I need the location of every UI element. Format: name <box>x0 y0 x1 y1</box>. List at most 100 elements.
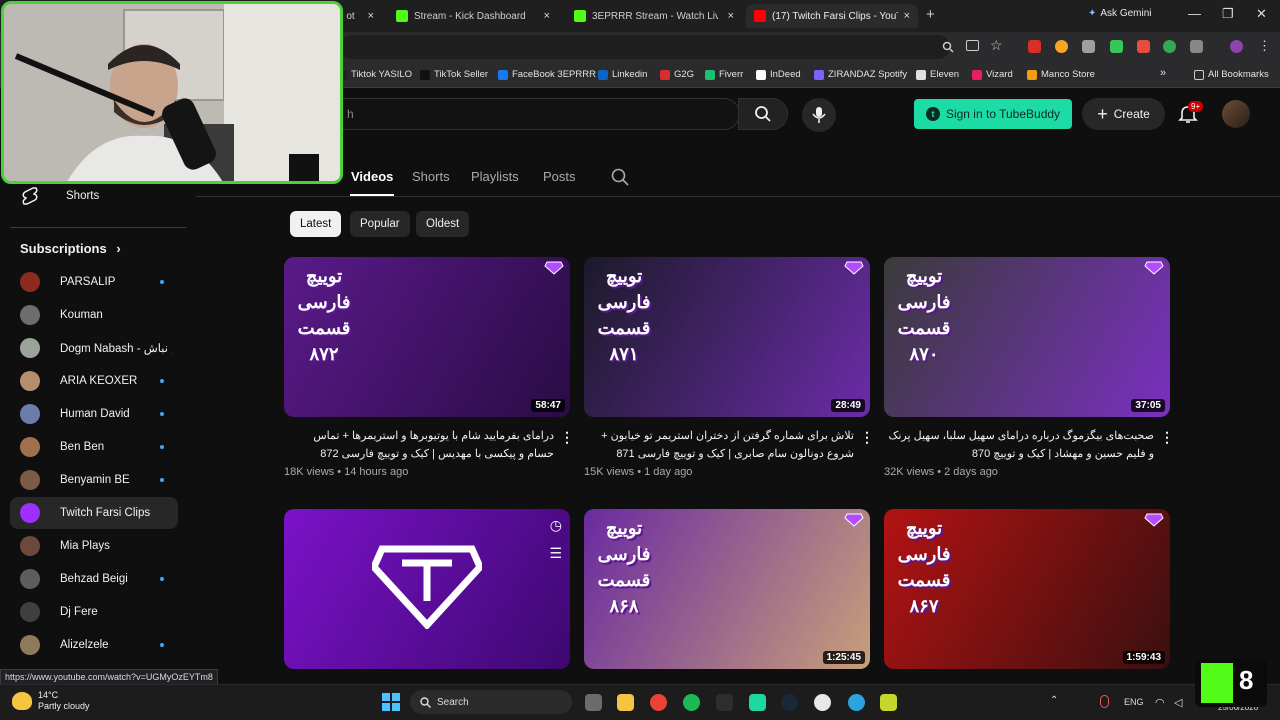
taskbar-search[interactable]: Search <box>410 690 572 714</box>
sidebar-item-channel[interactable]: Human David <box>10 398 178 430</box>
app-icon[interactable] <box>880 694 897 711</box>
bookmark-item[interactable]: G2G <box>660 69 694 80</box>
profile-icon[interactable] <box>1230 40 1243 53</box>
more-actions-icon[interactable]: ⋮ <box>1160 429 1174 446</box>
puzzle-icon[interactable] <box>1190 40 1203 53</box>
bookmark-item[interactable]: Manco Store <box>1027 69 1095 80</box>
file-explorer-icon[interactable] <box>617 694 634 711</box>
video-thumbnail[interactable]: توییچ فارسی قسمت ۸۶۸ 1:25:45 <box>584 509 870 669</box>
sidebar-item-channel[interactable]: ARIA KEOXER <box>10 365 178 397</box>
browser-tab-kick-dashboard[interactable]: Stream - Kick Dashboard × <box>388 4 558 28</box>
sidebar-item-channel[interactable]: Twitch Farsi Clips <box>10 497 178 529</box>
extension-icon[interactable] <box>1055 40 1068 53</box>
bookmark-item[interactable]: TikTok Seller <box>420 69 488 80</box>
more-actions-icon[interactable]: ⋮ <box>560 429 574 446</box>
sidebar-item-channel[interactable]: Behzad Beigi <box>10 563 178 595</box>
search-icon[interactable] <box>611 168 629 186</box>
chip-popular[interactable]: Popular <box>350 211 410 237</box>
extension-icon[interactable] <box>1137 40 1150 53</box>
browser-tab-youtube[interactable]: (17) Twitch Farsi Clips - YouTube × <box>746 4 918 28</box>
tab-videos[interactable]: Videos <box>351 169 393 184</box>
chip-latest[interactable]: Latest <box>290 211 342 237</box>
video-thumbnail[interactable]: توییچ فارسی قسمت ۸۷۰ 37:05 <box>884 257 1170 417</box>
star-bookmark-icon[interactable]: ☆ <box>990 37 1003 54</box>
maximize-icon[interactable]: ❐ <box>1222 6 1234 22</box>
search-button[interactable] <box>738 98 788 130</box>
search-icon <box>420 696 431 708</box>
video-title[interactable]: تلاش برای شماره گرفتن از دختران استریمر … <box>584 427 854 463</box>
all-bookmarks[interactable]: All Bookmarks <box>1194 69 1269 80</box>
sidebar-item-channel[interactable]: Kouman <box>10 299 178 331</box>
speaker-icon[interactable]: ◁ <box>1174 696 1182 709</box>
create-button[interactable]: + Create <box>1082 98 1165 130</box>
bookmark-item[interactable]: ZIRANDAZ Spotify <box>814 69 907 80</box>
chatgpt-icon[interactable] <box>814 694 831 711</box>
more-actions-icon[interactable]: ⋮ <box>860 429 874 446</box>
new-tab-button[interactable]: + <box>926 6 935 23</box>
extension-icon[interactable] <box>1110 40 1123 53</box>
voice-search-button[interactable] <box>802 98 836 132</box>
video-thumbnail[interactable]: توییچ فارسی قسمت ۸۷۲ 58:47 <box>284 257 570 417</box>
clock-icon[interactable]: ◷ <box>550 517 562 534</box>
sidebar-item-channel[interactable]: Dogm Nabash - دگم نباش <box>10 332 178 364</box>
tubebuddy-signin-button[interactable]: t Sign in to TubeBuddy <box>914 99 1072 129</box>
tab-shorts[interactable]: Shorts <box>412 169 450 184</box>
sidebar-item-shorts[interactable]: Shorts <box>10 180 178 212</box>
bookmark-item[interactable]: Linkedin <box>598 69 647 80</box>
ask-gemini-button[interactable]: ✦ Ask Gemini <box>1088 8 1152 19</box>
close-icon[interactable]: × <box>544 10 550 22</box>
minimize-icon[interactable]: — <box>1188 6 1201 21</box>
bookmark-item[interactable]: Fiverr <box>705 69 743 80</box>
language-indicator[interactable]: ENG <box>1124 697 1144 707</box>
weather-widget[interactable]: 14°C Partly cloudy <box>38 690 90 712</box>
app-icon[interactable] <box>749 694 766 711</box>
chrome-icon[interactable] <box>650 694 667 711</box>
chevron-right-icon[interactable]: » <box>1160 67 1166 79</box>
add-to-queue-icon[interactable]: ☰ <box>549 545 562 562</box>
video-thumbnail[interactable]: توییچ فارسی قسمت ۸۶۷ 1:59:43 <box>884 509 1170 669</box>
video-thumbnail[interactable]: ◷ ☰ <box>284 509 570 669</box>
extension-icon[interactable] <box>1028 40 1041 53</box>
zoom-icon[interactable] <box>942 41 954 53</box>
video-title[interactable]: صحبت‌های بیگزموگ درباره درامای سهیل سلبا… <box>884 427 1154 463</box>
cast-icon[interactable] <box>966 40 979 51</box>
menu-kebab-icon[interactable]: ⋮ <box>1258 38 1271 54</box>
close-icon[interactable]: × <box>904 10 910 22</box>
chevron-up-icon[interactable]: ⌃ <box>1050 695 1058 706</box>
spotify-icon[interactable] <box>683 694 700 711</box>
video-title[interactable]: درامای بفرمایید شام با یوتیوبرها و استری… <box>284 427 554 463</box>
sidebar-item-channel[interactable]: Alizelzele <box>10 629 178 661</box>
bookmark-item[interactable]: FaceBook 3EPRRR <box>498 69 596 80</box>
sidebar-item-channel[interactable]: PARSALIP <box>10 266 178 298</box>
subscriptions-header[interactable]: Subscriptions › <box>20 241 121 256</box>
close-icon[interactable]: × <box>368 10 374 22</box>
task-view-icon[interactable] <box>585 694 602 711</box>
close-window-icon[interactable]: ✕ <box>1256 6 1267 22</box>
bookmark-item[interactable]: Eleven <box>916 69 959 80</box>
bookmark-item[interactable]: InDeed <box>756 69 801 80</box>
telegram-icon[interactable] <box>848 694 865 711</box>
avatar[interactable] <box>1222 100 1250 128</box>
bookmark-item[interactable]: Vizard <box>972 69 1013 80</box>
windows-start-icon[interactable] <box>382 693 400 711</box>
close-icon[interactable]: × <box>728 10 734 22</box>
sidebar-item-channel[interactable]: Dj Fere <box>10 596 178 628</box>
wifi-icon[interactable]: ◠ <box>1155 696 1165 709</box>
bookmark-item[interactable]: Tiktok YASILO <box>337 69 412 80</box>
tab-posts[interactable]: Posts <box>543 169 576 184</box>
search-input[interactable]: h <box>340 98 740 130</box>
steam-icon[interactable] <box>781 694 798 711</box>
chip-oldest[interactable]: Oldest <box>416 211 470 237</box>
browser-tab-kick-stream[interactable]: 3EPRRR Stream - Watch Live on Kick × <box>566 4 742 28</box>
sidebar-item-channel[interactable]: Ben Ben <box>10 431 178 463</box>
video-thumbnail[interactable]: توییچ فارسی قسمت ۸۷۱ 28:49 <box>584 257 870 417</box>
address-bar[interactable] <box>340 35 950 59</box>
sidebar-item-channel[interactable]: Benyamin BE <box>10 464 178 496</box>
shield-icon[interactable] <box>1082 40 1095 53</box>
tab-playlists[interactable]: Playlists <box>471 169 519 184</box>
app-icon[interactable] <box>716 694 733 711</box>
extension-icon[interactable] <box>1163 40 1176 53</box>
microphone-icon[interactable] <box>1100 695 1109 708</box>
divider <box>196 196 1280 197</box>
sidebar-item-channel[interactable]: Mia Plays <box>10 530 178 562</box>
